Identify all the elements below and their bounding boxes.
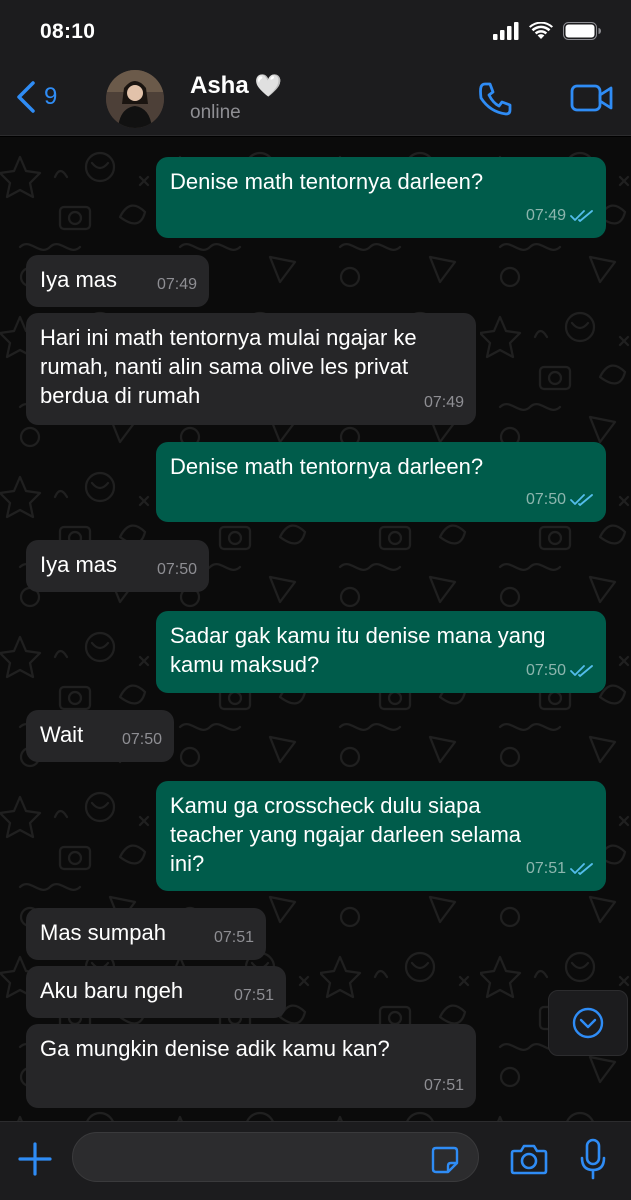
chevron-down-circle-icon [572,1007,604,1039]
message-time: 07:50 [121,731,162,748]
message-meta: 07:50 [526,656,594,685]
back-button[interactable]: 9 [14,80,57,114]
message-time: 07:50 [525,491,566,508]
message-time: 07:51 [525,860,566,877]
message-bubble-incoming[interactable]: Iya mas 07:50 [26,540,209,592]
double-check-icon [570,862,593,875]
message-time: 07:51 [233,987,274,1004]
voice-call-button[interactable] [476,80,514,123]
message-time: 07:49 [525,207,566,224]
chat-area[interactable]: Denise math tentornya darleen? 07:49 Iya… [0,137,631,1121]
message-text: Denise math tentornya darleen? [170,169,484,194]
unread-count: 9 [44,83,58,110]
status-time: 08:10 [40,20,96,43]
message-meta: 07:50 [157,555,197,584]
video-call-button[interactable] [570,82,614,119]
message-meta: 07:51 [526,854,594,883]
message-input-bar [0,1121,631,1200]
message-time: 07:49 [156,276,197,293]
message-bubble-outgoing[interactable]: Denise math tentornya darleen? 07:50 [156,442,606,522]
phone-icon [479,82,512,116]
message-bubble-incoming[interactable]: Ga mungkin denise adik kamu kan? 07:51 [26,1024,476,1108]
message-bubble-incoming[interactable]: Aku baru ngeh 07:51 [26,966,286,1018]
status-bar: 08:10 [0,0,631,62]
heart-emoji: 🤍 [254,73,283,98]
message-bubble-outgoing[interactable]: Sadar gak kamu itu denise mana yang kamu… [156,611,606,693]
message-input[interactable] [72,1132,479,1182]
message-meta: 07:51 [424,1071,464,1100]
message-text: Denise math tentornya darleen? [170,454,484,479]
message-time: 07:50 [525,662,566,679]
message-meta: 07:49 [526,201,594,230]
contact-name-text: Asha [190,72,249,99]
message-time: 07:51 [213,929,254,946]
message-meta: 07:49 [424,388,464,417]
message-bubble-incoming[interactable]: Mas sumpah 07:51 [26,908,266,960]
wifi-icon [529,22,553,39]
message-time: 07:49 [423,394,464,411]
cellular-signal-icon [493,22,519,40]
double-check-icon [570,493,593,506]
battery-icon [563,22,601,40]
message-meta: 07:49 [157,270,197,299]
camera-button[interactable] [510,1143,548,1180]
avatar[interactable] [106,70,164,128]
status-icons [493,22,601,40]
message-text: Hari ini math tentornya mulai ngajar ke … [40,325,417,408]
contact-info[interactable]: Asha 🤍 online [190,72,282,124]
double-check-icon [570,209,593,222]
sticker-button[interactable] [430,1145,460,1180]
voice-message-button[interactable] [580,1138,606,1185]
double-check-icon [570,664,593,677]
message-bubble-outgoing[interactable]: Denise math tentornya darleen? 07:49 [156,157,606,238]
chat-header: 9 Asha 🤍 online [0,62,631,136]
message-time: 07:51 [423,1077,464,1094]
microphone-icon [580,1138,606,1180]
scroll-to-bottom-button[interactable] [548,990,628,1056]
plus-icon [18,1142,52,1176]
message-bubble-outgoing[interactable]: Kamu ga crosscheck dulu siapa teacher ya… [156,781,606,891]
video-camera-icon [570,84,613,112]
message-text: Ga mungkin denise adik kamu kan? [40,1036,390,1061]
contact-status: online [190,102,241,123]
attach-button[interactable] [16,1140,54,1183]
chevron-left-icon [17,81,35,113]
message-meta: 07:51 [234,981,274,1010]
message-bubble-incoming[interactable]: Hari ini math tentornya mulai ngajar ke … [26,313,476,425]
sticker-icon [431,1146,459,1174]
message-meta: 07:50 [122,725,162,754]
message-meta: 07:50 [526,485,594,514]
message-bubble-incoming[interactable]: Iya mas 07:49 [26,255,209,307]
camera-icon [510,1144,548,1175]
message-time: 07:50 [156,561,197,578]
message-meta: 07:51 [214,923,254,952]
contact-name: Asha 🤍 [190,72,282,100]
message-bubble-incoming[interactable]: Wait 07:50 [26,710,174,762]
